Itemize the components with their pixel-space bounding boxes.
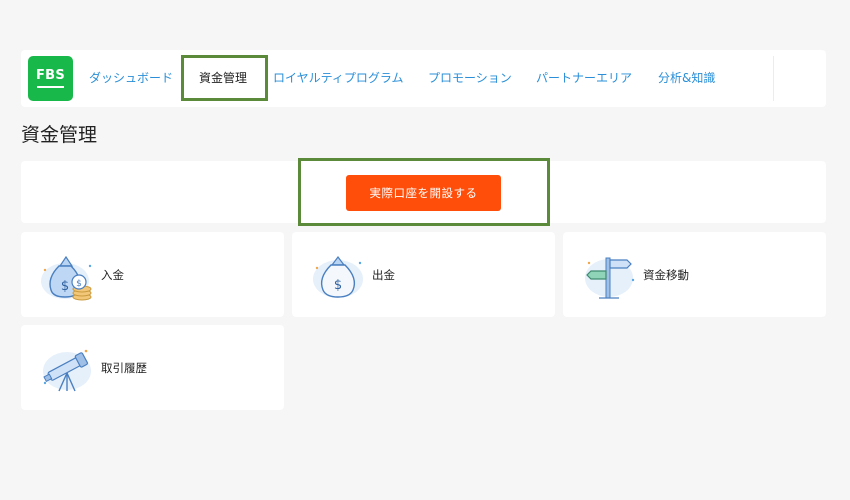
svg-text:$: $ — [76, 279, 82, 289]
svg-text:$: $ — [334, 278, 342, 293]
withdrawal-label: 出金 — [372, 268, 395, 282]
trade-history-card[interactable]: 取引履歴 — [21, 325, 284, 410]
nav-item-analytics[interactable]: 分析&知識 — [658, 50, 715, 107]
nav-item-loyalty-program[interactable]: ロイヤルティプログラム — [273, 50, 404, 107]
nav-item-promotions[interactable]: プロモーション — [428, 50, 512, 107]
highlight-box-cta — [298, 158, 550, 226]
signpost-icon — [585, 257, 635, 299]
nav-divider — [773, 56, 774, 101]
highlight-box-active-tab — [181, 55, 268, 101]
page-title: 資金管理 — [21, 124, 98, 146]
nav-item-partner-area[interactable]: パートナーエリア — [536, 50, 632, 107]
deposit-card[interactable]: $ $ 入金 — [21, 232, 284, 317]
trade-history-label: 取引履歴 — [101, 361, 147, 375]
money-bag-coins-icon: $ $ — [41, 255, 92, 301]
money-bag-icon: $ — [313, 256, 363, 298]
svg-text:$: $ — [61, 279, 69, 294]
logo-text: FBS — [35, 68, 66, 83]
telescope-icon — [43, 349, 91, 392]
transfer-label: 資金移動 — [643, 268, 689, 282]
transfer-card[interactable]: 資金移動 — [563, 232, 826, 317]
logo-underline — [37, 86, 64, 88]
nav-item-dashboard[interactable]: ダッシュボード — [89, 50, 173, 107]
top-navbar: FBS ダッシュボード 資金管理 ロイヤルティプログラム プロモーション パート… — [21, 50, 826, 107]
deposit-label: 入金 — [101, 268, 124, 282]
fbs-logo[interactable]: FBS — [28, 56, 73, 101]
withdrawal-card[interactable]: $ 出金 — [292, 232, 555, 317]
